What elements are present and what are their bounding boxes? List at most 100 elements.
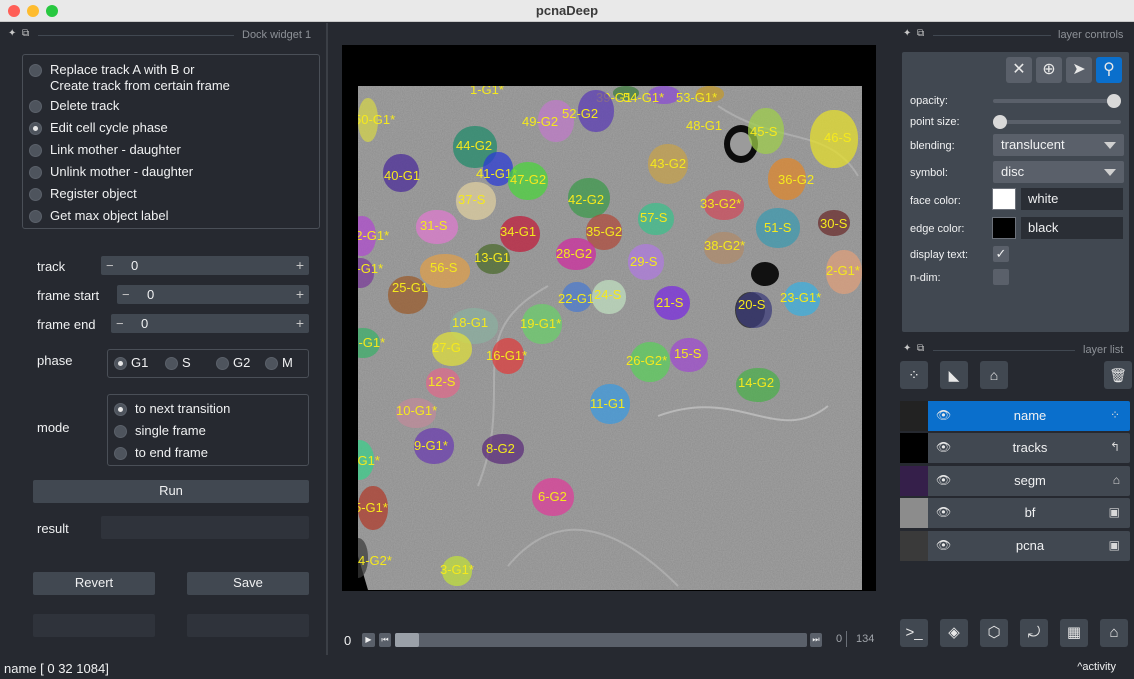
decrement-icon[interactable]: − xyxy=(106,256,114,275)
play-icon[interactable]: ▶ xyxy=(362,633,375,647)
radio-button-icon[interactable] xyxy=(114,447,127,460)
radio-button-icon[interactable] xyxy=(29,122,42,135)
action-radio-5[interactable]: Register object xyxy=(29,186,137,202)
save-button[interactable]: Save xyxy=(187,572,309,595)
decrement-icon[interactable]: − xyxy=(122,285,130,304)
layer-row-pcna[interactable]: 👁 pcna ▣ xyxy=(900,531,1130,561)
frame-slider[interactable] xyxy=(395,633,807,647)
radio-button-icon[interactable] xyxy=(29,166,42,179)
microscopy-image[interactable]: 1-G1* 50-G1* 39-G1 54-G1* 53-G1* 49-G2 52-G2 48… xyxy=(358,86,862,590)
new-shapes-layer-icon[interactable]: ◣ xyxy=(940,361,968,389)
phase-option-g2[interactable]: G2 xyxy=(216,355,250,371)
layer-row-name[interactable]: 👁 name ⁘ xyxy=(900,401,1130,431)
grid-view-icon[interactable]: ▦ xyxy=(1060,619,1088,647)
radio-button-icon[interactable] xyxy=(29,144,42,157)
select-points-icon[interactable]: ➤ xyxy=(1066,57,1092,83)
frame-end-label: frame end xyxy=(37,317,96,332)
phase-option-g1[interactable]: G1 xyxy=(114,355,148,371)
action-radio-4[interactable]: Unlink mother - daughter xyxy=(29,164,193,180)
action-radio-6[interactable]: Get max object label xyxy=(29,208,169,224)
frame-end-value[interactable]: 0 xyxy=(141,314,148,333)
radio-button-icon[interactable] xyxy=(114,403,127,416)
revert-button[interactable]: Revert xyxy=(33,572,155,595)
edge-color-swatch[interactable] xyxy=(992,217,1016,239)
delete-layer-icon[interactable]: 🗑 xyxy=(1104,361,1132,389)
layer-row-tracks[interactable]: 👁 tracks ↰ xyxy=(900,433,1130,463)
dock-splitter[interactable] xyxy=(326,23,328,655)
action-radio-2[interactable]: Edit cell cycle phase xyxy=(29,120,168,136)
frame-start-value[interactable]: 0 xyxy=(147,285,154,304)
pan-zoom-icon[interactable]: ⚲ xyxy=(1096,57,1122,83)
phase-option-s[interactable]: S xyxy=(165,355,191,371)
home-icon[interactable]: ⌂ xyxy=(1100,619,1128,647)
roll-dims-icon[interactable]: ⬡ xyxy=(980,619,1008,647)
layer-row-segm[interactable]: 👁 segm ⌂ xyxy=(900,466,1130,496)
eye-icon[interactable]: 👁 xyxy=(936,505,951,519)
layer-name[interactable]: bf xyxy=(960,505,1100,520)
eye-icon[interactable]: 👁 xyxy=(936,408,951,422)
eye-icon[interactable]: 👁 xyxy=(936,473,951,487)
mode-option-0[interactable]: to next transition xyxy=(114,401,230,417)
phase-option-m[interactable]: M xyxy=(265,355,293,371)
increment-icon[interactable]: + xyxy=(296,285,304,304)
step-forward-icon[interactable]: ⏭ xyxy=(810,633,822,647)
run-button[interactable]: Run xyxy=(33,480,309,503)
radio-button-icon[interactable] xyxy=(29,188,42,201)
face-color-swatch[interactable] xyxy=(992,188,1016,210)
phase-option-label: G2 xyxy=(233,355,251,370)
radio-button-icon[interactable] xyxy=(165,357,178,370)
float-icon[interactable]: ⧉ xyxy=(22,28,29,39)
pin-icon[interactable]: ✦ xyxy=(8,28,16,39)
console-icon[interactable]: >_ xyxy=(900,619,928,647)
radio-button-icon[interactable] xyxy=(265,357,278,370)
layer-name[interactable]: pcna xyxy=(960,538,1100,553)
float-icon[interactable]: ⧉ xyxy=(917,28,924,39)
increment-icon[interactable]: + xyxy=(296,256,304,275)
new-points-layer-icon[interactable]: ⁘ xyxy=(900,361,928,389)
new-labels-layer-icon[interactable]: ⌂ xyxy=(980,361,1008,389)
track-value[interactable]: 0 xyxy=(131,256,138,275)
increment-icon[interactable]: + xyxy=(296,314,304,333)
ndisplay-icon[interactable]: ◈ xyxy=(940,619,968,647)
display-text-checkbox[interactable]: ✓ xyxy=(993,246,1009,262)
mode-option-2[interactable]: to end frame xyxy=(114,445,208,461)
action-radio-0[interactable]: Replace track A with B or Create track f… xyxy=(29,62,230,94)
layer-name[interactable]: name xyxy=(960,408,1100,423)
pin-icon[interactable]: ✦ xyxy=(903,28,911,39)
track-spinbox[interactable]: − 0 + xyxy=(101,256,309,275)
step-back-icon[interactable]: ⏮ xyxy=(379,633,391,647)
blending-select[interactable]: translucent xyxy=(993,134,1124,156)
frame-start-spinbox[interactable]: − 0 + xyxy=(117,285,309,304)
frame-end-spinbox[interactable]: − 0 + xyxy=(111,314,309,333)
activity-toggle[interactable]: ^activity xyxy=(1077,661,1116,673)
radio-button-icon[interactable] xyxy=(29,64,42,77)
pin-icon[interactable]: ✦ xyxy=(903,343,911,354)
opacity-slider-handle[interactable] xyxy=(1107,94,1121,108)
face-color-value[interactable]: white xyxy=(1021,188,1123,210)
eye-icon[interactable]: 👁 xyxy=(936,440,951,454)
frame-slider-handle[interactable] xyxy=(395,633,419,647)
float-icon[interactable]: ⧉ xyxy=(917,343,924,354)
edge-color-value[interactable]: black xyxy=(1021,217,1123,239)
opacity-slider[interactable] xyxy=(993,94,1121,108)
eye-icon[interactable]: 👁 xyxy=(936,538,951,552)
radio-button-icon[interactable] xyxy=(29,210,42,223)
delete-points-icon[interactable]: ✕ xyxy=(1006,57,1032,83)
transpose-icon[interactable]: ⤾ xyxy=(1020,619,1048,647)
layer-name[interactable]: tracks xyxy=(960,440,1100,455)
point-size-slider[interactable] xyxy=(993,115,1121,129)
action-radio-3[interactable]: Link mother - daughter xyxy=(29,142,181,158)
n-dim-checkbox[interactable] xyxy=(993,269,1009,285)
point-size-slider-handle[interactable] xyxy=(993,115,1007,129)
layer-row-bf[interactable]: 👁 bf ▣ xyxy=(900,498,1130,528)
radio-button-icon[interactable] xyxy=(114,425,127,438)
decrement-icon[interactable]: − xyxy=(116,314,124,333)
layer-name[interactable]: segm xyxy=(960,473,1100,488)
radio-button-icon[interactable] xyxy=(216,357,229,370)
radio-button-icon[interactable] xyxy=(29,100,42,113)
symbol-select[interactable]: disc xyxy=(993,161,1124,183)
action-radio-1[interactable]: Delete track xyxy=(29,98,119,114)
mode-option-1[interactable]: single frame xyxy=(114,423,206,439)
add-points-icon[interactable]: ⊕ xyxy=(1036,57,1062,83)
radio-button-icon[interactable] xyxy=(114,357,127,370)
